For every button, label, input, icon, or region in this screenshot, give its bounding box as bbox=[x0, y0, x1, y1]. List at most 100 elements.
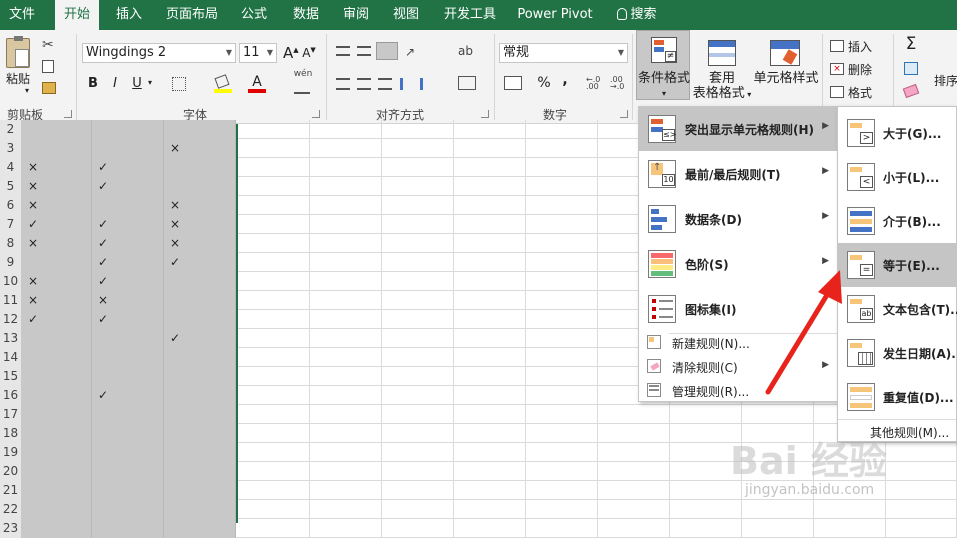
cell[interactable] bbox=[22, 329, 92, 348]
cell[interactable] bbox=[454, 462, 526, 481]
row-header[interactable]: 8 bbox=[0, 234, 22, 253]
cell[interactable] bbox=[236, 196, 310, 215]
row-header[interactable]: 20 bbox=[0, 462, 22, 481]
cell[interactable] bbox=[454, 272, 526, 291]
cell[interactable] bbox=[310, 310, 382, 329]
border-icon[interactable] bbox=[172, 77, 186, 91]
cell[interactable]: × bbox=[22, 158, 92, 177]
cell[interactable] bbox=[310, 329, 382, 348]
cell[interactable] bbox=[92, 443, 164, 462]
cell[interactable] bbox=[164, 367, 236, 386]
cell[interactable] bbox=[454, 215, 526, 234]
cell[interactable] bbox=[310, 177, 382, 196]
cell[interactable] bbox=[92, 196, 164, 215]
shrink-font-button[interactable]: A▼ bbox=[302, 46, 316, 60]
cell[interactable] bbox=[598, 443, 670, 462]
cell[interactable] bbox=[598, 481, 670, 500]
cell[interactable] bbox=[236, 253, 310, 272]
clipboard-launcher-icon[interactable] bbox=[64, 110, 72, 118]
merge-center-icon[interactable] bbox=[458, 76, 476, 90]
cell[interactable] bbox=[598, 519, 670, 538]
cell[interactable]: ✓ bbox=[92, 234, 164, 253]
cell[interactable] bbox=[598, 500, 670, 519]
cell[interactable] bbox=[22, 481, 92, 500]
cell[interactable] bbox=[742, 519, 814, 538]
row-header[interactable]: 18 bbox=[0, 424, 22, 443]
cell[interactable]: × bbox=[164, 215, 236, 234]
cell[interactable] bbox=[22, 386, 92, 405]
cell[interactable] bbox=[454, 386, 526, 405]
cell[interactable] bbox=[526, 158, 598, 177]
cell[interactable] bbox=[526, 481, 598, 500]
cell[interactable] bbox=[22, 367, 92, 386]
cell[interactable] bbox=[164, 386, 236, 405]
cell[interactable] bbox=[526, 177, 598, 196]
cell[interactable] bbox=[92, 139, 164, 158]
tab-review[interactable]: 审阅 bbox=[336, 0, 376, 30]
cell[interactable]: ✓ bbox=[164, 253, 236, 272]
cell[interactable] bbox=[310, 386, 382, 405]
tab-file[interactable]: 文件 bbox=[0, 0, 44, 30]
cell[interactable] bbox=[382, 234, 454, 253]
cell[interactable] bbox=[526, 234, 598, 253]
cell[interactable] bbox=[526, 291, 598, 310]
cell[interactable] bbox=[382, 386, 454, 405]
cell[interactable] bbox=[164, 177, 236, 196]
cell[interactable] bbox=[92, 405, 164, 424]
row-header[interactable]: 7 bbox=[0, 215, 22, 234]
cell[interactable] bbox=[164, 462, 236, 481]
cell[interactable] bbox=[382, 272, 454, 291]
cell[interactable] bbox=[454, 500, 526, 519]
cell[interactable] bbox=[382, 253, 454, 272]
cell[interactable] bbox=[164, 424, 236, 443]
row-header[interactable]: 11 bbox=[0, 291, 22, 310]
fill-color-icon[interactable] bbox=[214, 74, 232, 94]
font-name-combo[interactable]: Wingdings 2 ▼ bbox=[82, 43, 236, 63]
cell[interactable] bbox=[526, 462, 598, 481]
decrease-decimal-icon[interactable]: .00 →.0 bbox=[610, 76, 628, 91]
cell[interactable] bbox=[382, 139, 454, 158]
cell[interactable] bbox=[454, 234, 526, 253]
cell[interactable] bbox=[22, 120, 92, 139]
cell[interactable] bbox=[382, 329, 454, 348]
cell[interactable] bbox=[670, 519, 742, 538]
underline-dropdown-icon[interactable]: ▾ bbox=[145, 78, 155, 87]
cell[interactable] bbox=[310, 196, 382, 215]
fill-icon[interactable] bbox=[904, 62, 918, 75]
cell[interactable] bbox=[236, 310, 310, 329]
indent-increase-icon[interactable] bbox=[420, 78, 434, 90]
insert-cells-button[interactable]: 插入 bbox=[848, 38, 876, 55]
align-center-icon[interactable] bbox=[357, 78, 371, 90]
cell[interactable] bbox=[310, 234, 382, 253]
cell[interactable] bbox=[526, 120, 598, 139]
cell[interactable] bbox=[382, 291, 454, 310]
cell[interactable]: ✓ bbox=[92, 177, 164, 196]
cell[interactable] bbox=[236, 519, 310, 538]
format-cells-button[interactable]: 格式 bbox=[848, 84, 876, 101]
format-as-table-label-2[interactable]: 表格格式 ▾ bbox=[690, 86, 754, 102]
cut-icon[interactable]: ✂ bbox=[42, 38, 56, 52]
cell[interactable]: ✓ bbox=[92, 310, 164, 329]
cell[interactable] bbox=[310, 367, 382, 386]
grow-font-button[interactable]: A▲ bbox=[283, 44, 299, 62]
row-header[interactable]: 14 bbox=[0, 348, 22, 367]
cell[interactable] bbox=[382, 367, 454, 386]
cell[interactable] bbox=[526, 139, 598, 158]
paste-dropdown-icon[interactable]: ▾ bbox=[22, 86, 32, 95]
cell[interactable]: ✓ bbox=[92, 272, 164, 291]
row-header[interactable]: 17 bbox=[0, 405, 22, 424]
cell[interactable] bbox=[382, 519, 454, 538]
row-header[interactable]: 10 bbox=[0, 272, 22, 291]
cell[interactable] bbox=[454, 196, 526, 215]
cell[interactable] bbox=[886, 481, 957, 500]
cell[interactable] bbox=[454, 329, 526, 348]
align-right-icon[interactable] bbox=[378, 78, 392, 90]
cell[interactable] bbox=[164, 272, 236, 291]
cell[interactable] bbox=[236, 462, 310, 481]
cell[interactable] bbox=[310, 405, 382, 424]
cell[interactable] bbox=[454, 139, 526, 158]
cell[interactable] bbox=[382, 158, 454, 177]
cell[interactable] bbox=[670, 405, 742, 424]
cell[interactable] bbox=[382, 443, 454, 462]
row-header[interactable]: 23 bbox=[0, 519, 22, 538]
